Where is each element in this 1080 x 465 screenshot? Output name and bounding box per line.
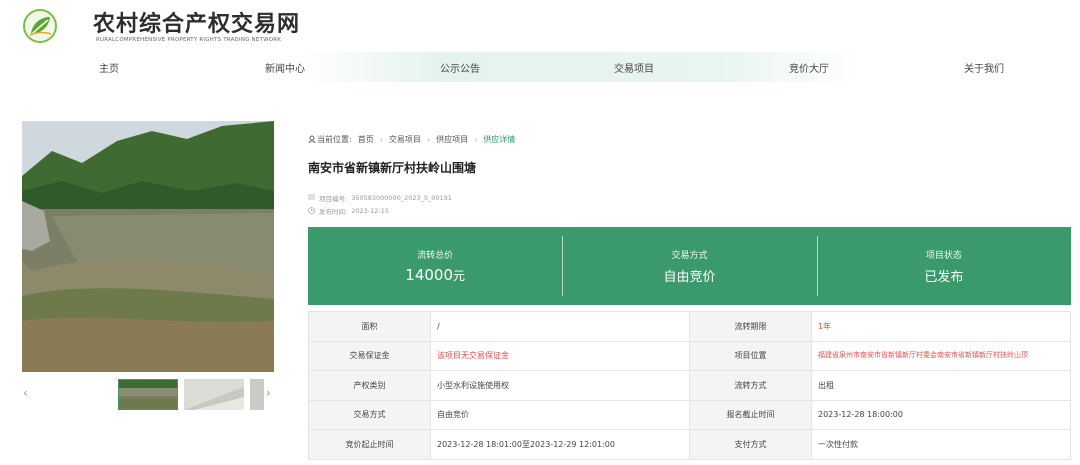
detail-value: 1年 <box>811 311 1071 342</box>
project-title: 南安市省新镇新厅村扶岭山围塘 <box>308 161 477 175</box>
gallery-prev-arrow[interactable]: ‹ <box>23 386 28 400</box>
breadcrumb-current: 供应详情 <box>483 135 516 144</box>
gallery-thumb-2[interactable] <box>184 379 244 410</box>
table-row: 交易保证金 该项目无交易保证金 项目位置 福建省泉州市南安市省新镇新厅村委会南安… <box>308 340 1071 371</box>
summary-price: 流转总价 14000元 <box>308 227 562 305</box>
breadcrumb-separator: › <box>379 135 383 144</box>
gallery-next-arrow[interactable]: › <box>266 386 271 400</box>
detail-key: 支付方式 <box>689 429 812 460</box>
summary-panel: 流转总价 14000元 交易方式 自由竞价 项目状态 已发布 <box>308 227 1071 305</box>
status-label: 项目状态 <box>925 250 962 261</box>
detail-key: 交易方式 <box>308 399 431 430</box>
leaf-logo-icon[interactable] <box>22 8 58 44</box>
breadcrumb-separator: › <box>426 135 431 144</box>
clock-icon <box>308 206 315 216</box>
detail-key: 报名截止时间 <box>689 399 812 430</box>
price-unit: 元 <box>453 269 466 283</box>
project-date-line: 发布时间: 2023-12-15 <box>308 206 389 216</box>
gallery-thumb-1[interactable] <box>118 379 178 410</box>
site-subtitle: RURALCOMPREHENSIVE PROPERTY RIGHTS TRADI… <box>96 37 282 43</box>
detail-key: 竞价起止时间 <box>308 429 431 460</box>
main-nav: 主页 新闻中心 公示公告 交易项目 竞价大厅 关于我们 <box>0 60 1080 78</box>
detail-value: 自由竞价 <box>430 399 690 430</box>
breadcrumb-prefix: 当前位置: <box>317 135 352 144</box>
breadcrumb: 当前位置: 首页 › 交易项目 › 供应项目 › 供应详情 <box>308 134 515 145</box>
detail-value: / <box>430 311 690 342</box>
nav-item-home[interactable]: 主页 <box>99 60 119 75</box>
gallery-thumb-3[interactable] <box>250 379 264 410</box>
breadcrumb-home[interactable]: 首页 <box>358 134 374 145</box>
project-number-line: 项目编号: 350583000000_2023_5_00191 <box>308 193 452 203</box>
price-label: 流转总价 <box>417 251 454 261</box>
table-row: 产权类别 小型水利设施使用权 流转方式 出租 <box>308 370 1071 401</box>
detail-key: 流转方式 <box>689 370 812 401</box>
breadcrumb-separator: › <box>474 135 478 144</box>
detail-value: 2023-12-28 18:01:00至2023-12-29 12:01:00 <box>430 429 690 460</box>
detail-key: 流转期限 <box>689 311 812 342</box>
list-icon <box>308 194 315 202</box>
project-date: 2023-12-15 <box>351 207 389 215</box>
detail-value: 出租 <box>811 370 1071 401</box>
price-value: 14000 <box>405 266 454 284</box>
table-row: 交易方式 自由竞价 报名截止时间 2023-12-28 18:00:00 <box>308 399 1071 430</box>
method-value: 自由竞价 <box>663 269 716 285</box>
summary-method: 交易方式 自由竞价 <box>562 227 816 305</box>
project-number: 350583000000_2023_5_00191 <box>351 194 452 202</box>
detail-value: 小型水利设施使用权 <box>430 370 690 401</box>
site-title: 农村综合产权交易网 <box>93 12 301 37</box>
detail-value: 2023-12-28 18:00:00 <box>811 399 1071 430</box>
detail-value: 该项目无交易保证金 <box>430 340 690 371</box>
price-value-row: 14000元 <box>405 266 465 284</box>
detail-key: 交易保证金 <box>308 340 431 371</box>
nav-item-notices[interactable]: 公示公告 <box>440 60 480 75</box>
method-label: 交易方式 <box>671 250 708 261</box>
breadcrumb-projects[interactable]: 交易项目 <box>389 134 421 145</box>
project-number-label: 项目编号: <box>319 195 348 203</box>
status-value: 已发布 <box>924 269 964 285</box>
table-row: 面积 / 流转期限 1年 <box>308 311 1071 342</box>
details-table: 面积 / 流转期限 1年 交易保证金 该项目无交易保证金 项目位置 福建省泉州市… <box>308 311 1071 460</box>
nav-item-bidding-hall[interactable]: 竞价大厅 <box>789 60 829 75</box>
breadcrumb-supply[interactable]: 供应项目 <box>436 134 468 145</box>
project-main-photo <box>22 121 274 372</box>
nav-item-projects[interactable]: 交易项目 <box>614 60 654 75</box>
detail-key: 项目位置 <box>689 340 812 371</box>
table-row: 竞价起止时间 2023-12-28 18:01:00至2023-12-29 12… <box>308 429 1071 460</box>
summary-status: 项目状态 已发布 <box>816 227 1071 305</box>
detail-key: 面积 <box>308 311 431 342</box>
detail-key: 产权类别 <box>308 370 431 401</box>
nav-item-about[interactable]: 关于我们 <box>964 60 1004 75</box>
location-icon <box>308 135 316 145</box>
project-date-label: 发布时间: <box>319 208 348 216</box>
detail-value: 福建省泉州市南安市省新镇新厅村委会南安市省新镇新厅村扶岭山顶 <box>811 340 1071 371</box>
detail-value: 一次性付款 <box>811 429 1071 460</box>
nav-item-news[interactable]: 新闻中心 <box>265 60 305 75</box>
